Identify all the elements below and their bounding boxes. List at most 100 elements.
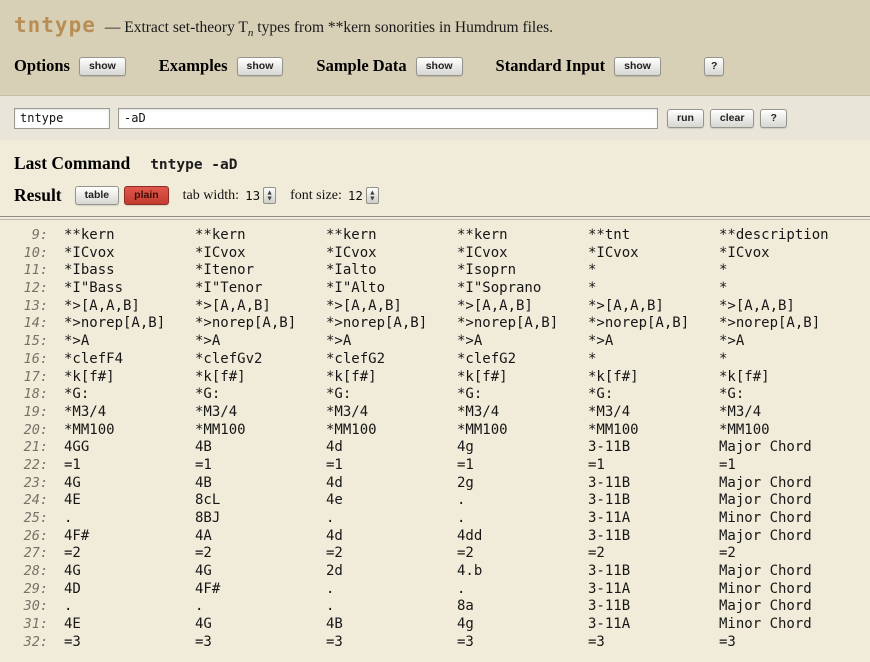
- token-cell: 4F#: [195, 581, 326, 599]
- token-cell: Major Chord: [719, 439, 812, 457]
- line-number: 32:: [10, 634, 48, 652]
- token-cell: *ICvox: [457, 245, 588, 263]
- token-cell: Minor Chord: [719, 581, 812, 599]
- token-cell: *>A: [195, 333, 326, 351]
- token-cell: 4.b: [457, 563, 588, 581]
- line-number: 29:: [10, 581, 48, 599]
- clear-button[interactable]: clear: [710, 109, 755, 128]
- token-cell: **kern: [195, 227, 326, 245]
- line-number: 25:: [10, 510, 48, 528]
- tool-name-input[interactable]: [14, 108, 110, 129]
- token-cell: 4GG: [64, 439, 195, 457]
- token-cell: =2: [64, 545, 195, 563]
- table-view-button[interactable]: table: [75, 186, 120, 205]
- token-cell: 3-11A: [588, 581, 719, 599]
- command-bar: run clear ?: [0, 96, 870, 140]
- token-cell: *Isoprn: [457, 262, 588, 280]
- token-cell: *: [588, 262, 719, 280]
- last-command-label: Last Command: [14, 153, 130, 174]
- token-cell: =3: [719, 634, 736, 652]
- token-cell: *>A: [64, 333, 195, 351]
- token-cell: 4G: [64, 563, 195, 581]
- line-number: 12:: [10, 280, 48, 298]
- last-command-value: tntype -aD: [150, 157, 237, 173]
- token-cell: *M3/4: [588, 404, 719, 422]
- nav-group-options: Options show: [14, 56, 126, 76]
- token-cell: .: [195, 598, 326, 616]
- token-cell: *I"Bass: [64, 280, 195, 298]
- stepper-down-icon[interactable]: ▼: [370, 196, 374, 202]
- output-line: 9:**kern**kern**kern**kern**tnt**descrip…: [10, 227, 870, 245]
- token-cell: 4B: [195, 439, 326, 457]
- token-cell: *ICvox: [588, 245, 719, 263]
- token-cell: *: [719, 351, 727, 369]
- token-cell: Major Chord: [719, 492, 812, 510]
- token-cell: *Ibass: [64, 262, 195, 280]
- output-line: 10:*ICvox*ICvox*ICvox*ICvox*ICvox*ICvox: [10, 245, 870, 263]
- command-help-button[interactable]: ?: [760, 109, 786, 128]
- line-number: 19:: [10, 404, 48, 422]
- token-cell: .: [457, 492, 588, 510]
- token-cell: 8a: [457, 598, 588, 616]
- token-cell: 4B: [326, 616, 457, 634]
- standard-input-show-button[interactable]: show: [614, 57, 661, 76]
- token-cell: 8BJ: [195, 510, 326, 528]
- line-number: 21:: [10, 439, 48, 457]
- token-cell: =1: [588, 457, 719, 475]
- token-cell: *G:: [326, 386, 457, 404]
- examples-show-button[interactable]: show: [237, 57, 284, 76]
- token-cell: 4d: [326, 528, 457, 546]
- token-cell: =1: [326, 457, 457, 475]
- token-cell: *>norep[A,B]: [719, 315, 820, 333]
- token-cell: *k[f#]: [457, 369, 588, 387]
- tab-width-stepper[interactable]: ▲ ▼: [263, 187, 276, 204]
- token-cell: *clefF4: [64, 351, 195, 369]
- token-cell: 4G: [195, 616, 326, 634]
- token-cell: 3-11A: [588, 616, 719, 634]
- token-cell: =1: [195, 457, 326, 475]
- sample-data-show-button[interactable]: show: [416, 57, 463, 76]
- stepper-down-icon[interactable]: ▼: [268, 196, 272, 202]
- nav-group-examples: Examples show: [159, 56, 284, 76]
- token-cell: 4E: [64, 616, 195, 634]
- header-help-button[interactable]: ?: [704, 57, 724, 76]
- app-description: — Extract set-theory Tn types from **ker…: [105, 19, 553, 39]
- token-cell: **kern: [64, 227, 195, 245]
- token-cell: 4g: [457, 616, 588, 634]
- token-cell: =3: [588, 634, 719, 652]
- token-cell: 4D: [64, 581, 195, 599]
- font-size-stepper[interactable]: ▲ ▼: [366, 187, 379, 204]
- section-nav: Options show Examples show Sample Data s…: [14, 56, 856, 76]
- plain-view-button[interactable]: plain: [124, 186, 169, 205]
- output-line: 16:*clefF4*clefGv2*clefG2*clefG2**: [10, 351, 870, 369]
- token-cell: *>[A,A,B]: [326, 298, 457, 316]
- app-title: tntype: [14, 13, 96, 37]
- token-cell: =3: [457, 634, 588, 652]
- command-args-input[interactable]: [118, 108, 658, 129]
- output-line: 18:*G:*G:*G:*G:*G:*G:: [10, 386, 870, 404]
- options-show-button[interactable]: show: [79, 57, 126, 76]
- token-cell: =2: [195, 545, 326, 563]
- token-cell: 3-11B: [588, 563, 719, 581]
- token-cell: 4A: [195, 528, 326, 546]
- token-cell: *G:: [195, 386, 326, 404]
- token-cell: 4d: [326, 475, 457, 493]
- output-line: 12:*I"Bass*I"Tenor*I"Alto*I"Soprano**: [10, 280, 870, 298]
- token-cell: 3-11B: [588, 528, 719, 546]
- output-line: 25:.8BJ..3-11AMinor Chord: [10, 510, 870, 528]
- token-cell: *>[A,A,B]: [588, 298, 719, 316]
- line-number: 14:: [10, 315, 48, 333]
- token-cell: *Itenor: [195, 262, 326, 280]
- line-number: 18:: [10, 386, 48, 404]
- examples-label: Examples: [159, 56, 228, 76]
- run-button[interactable]: run: [667, 109, 704, 128]
- token-cell: *>A: [719, 333, 744, 351]
- token-cell: *: [588, 351, 719, 369]
- output-line: 30:...8a3-11BMajor Chord: [10, 598, 870, 616]
- token-cell: Major Chord: [719, 598, 812, 616]
- output-line: 29:4D4F#..3-11AMinor Chord: [10, 581, 870, 599]
- token-cell: 4F#: [64, 528, 195, 546]
- line-number: 10:: [10, 245, 48, 263]
- nav-group-sample-data: Sample Data show: [316, 56, 462, 76]
- token-cell: =2: [588, 545, 719, 563]
